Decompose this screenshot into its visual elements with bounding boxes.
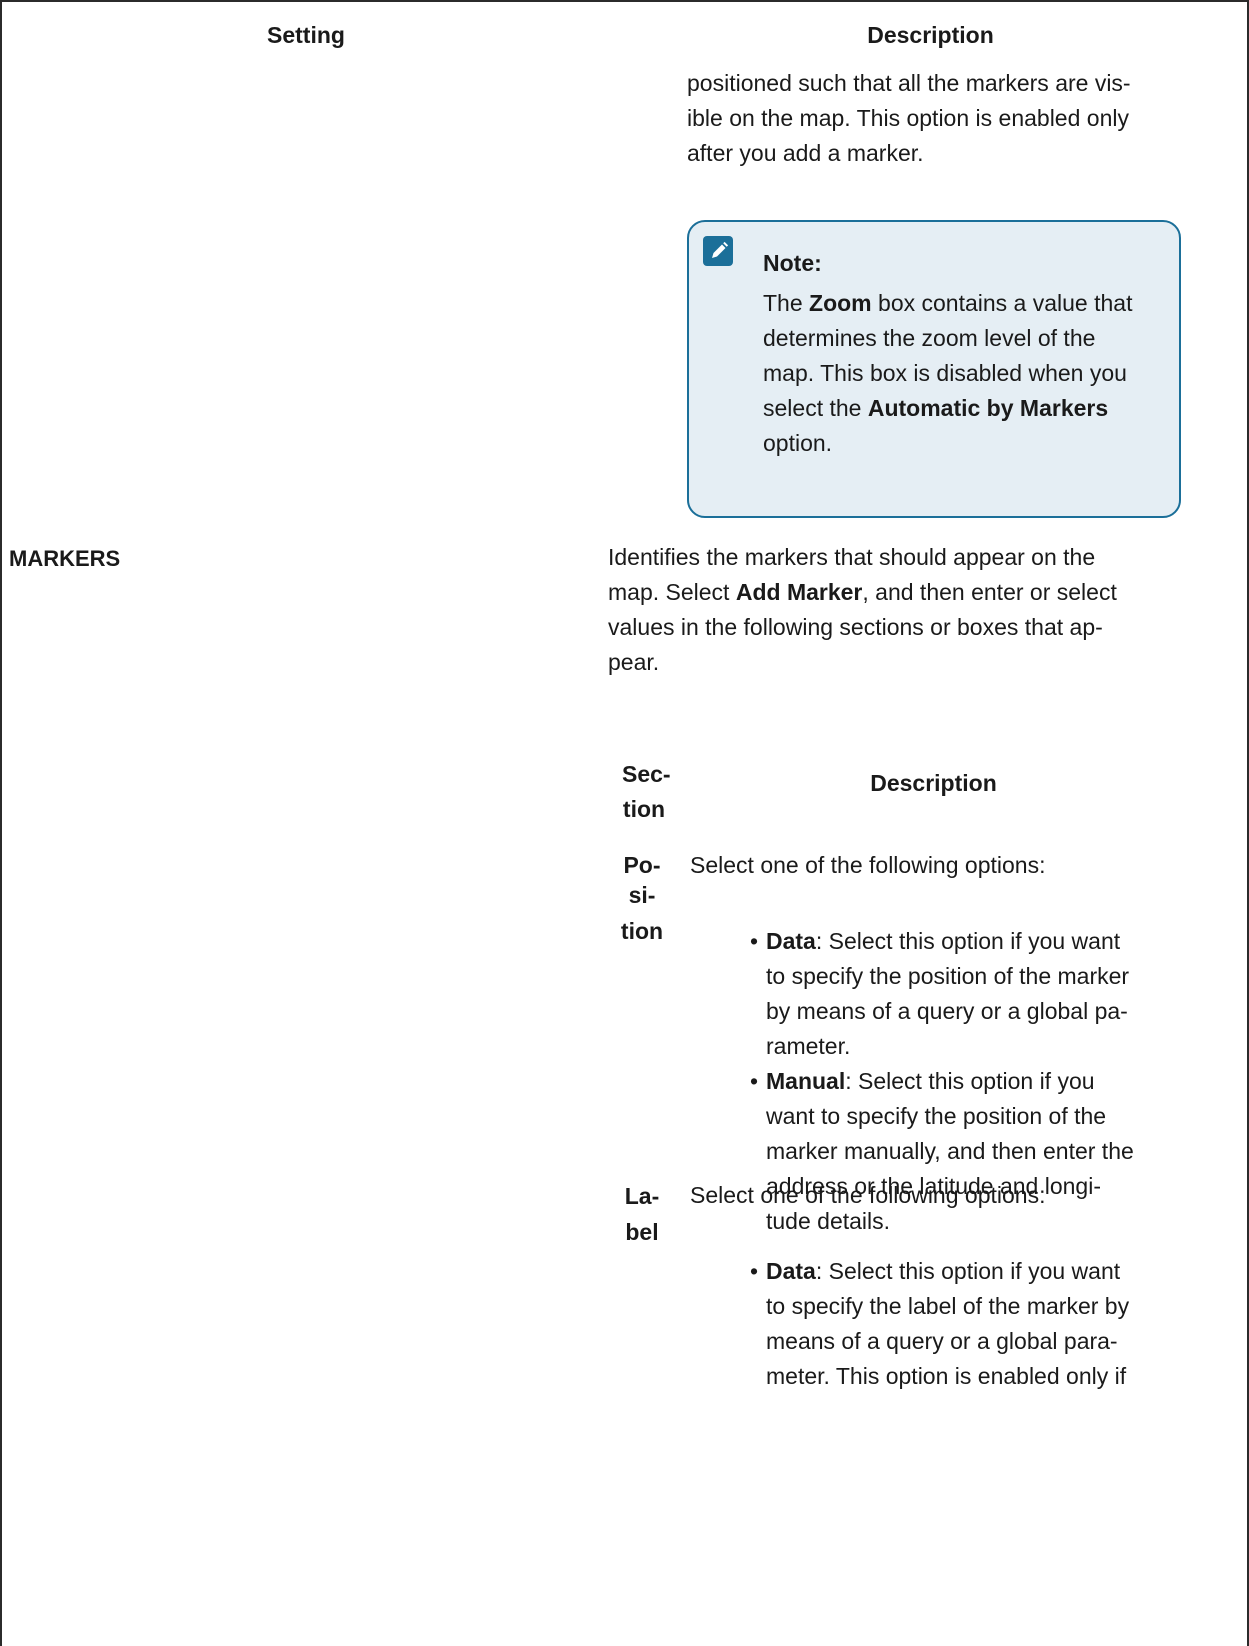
list-item: Data: Select this option if you want to … <box>750 924 1174 1064</box>
markers-description-line: map. Select Add Marker, and then enter o… <box>608 579 1117 605</box>
note-line: option. <box>763 430 833 456</box>
list-item: Data: Select this option if you want to … <box>750 1254 1174 1394</box>
note-callout: Note: The Zoom box contains a value that… <box>687 220 1181 518</box>
note-line: The Zoom box contains a value that <box>763 290 1133 316</box>
header-description: Description <box>867 22 994 48</box>
subtable-row-position-name: Po- si- tion <box>620 852 664 944</box>
markers-description: Identifies the markers that should appea… <box>608 540 1188 680</box>
label-options-list: Data: Select this option if you want to … <box>750 1254 1174 1394</box>
zoom-description-line: after you add a marker. <box>687 140 924 166</box>
zoom-description: positioned such that all the markers are… <box>687 66 1181 171</box>
markers-description-line: values in the following sections or boxe… <box>608 614 1103 640</box>
markers-description-line: Identifies the markers that should appea… <box>608 544 1096 570</box>
note-line: determines the zoom level of the <box>763 325 1096 351</box>
subtable-row-position-lead: Select one of the following options: <box>690 852 1046 878</box>
markers-description-line: pear. <box>608 649 660 675</box>
note-line: map. This box is disabled when you <box>763 360 1127 386</box>
zoom-description-line: positioned such that all the markers are… <box>687 70 1131 96</box>
subtable-header-section: Sec- tion <box>622 761 671 822</box>
zoom-description-line: ible on the map. This option is enabled … <box>687 105 1129 131</box>
subtable-header-description: Description <box>870 770 997 796</box>
note-line: select the Automatic by Markers <box>763 395 1109 421</box>
subtable-row-label-lead: Select one of the following options: <box>690 1182 1046 1208</box>
setting-markers: MARKERS <box>9 546 121 571</box>
note-title: Note: <box>763 250 822 276</box>
note-body: The Zoom box contains a value that deter… <box>763 286 1173 461</box>
header-setting: Setting <box>267 22 345 48</box>
pencil-icon <box>703 236 733 266</box>
subtable-row-label-name: La- bel <box>624 1183 660 1245</box>
